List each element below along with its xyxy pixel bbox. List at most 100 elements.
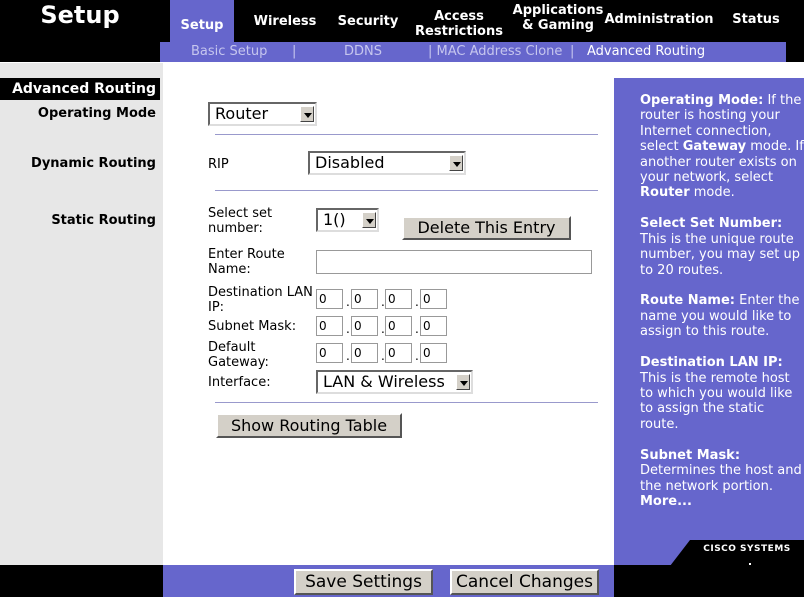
help-mask-title: Subnet Mask: (640, 447, 741, 463)
default-gateway-label: Default Gateway: (208, 340, 269, 370)
divider (215, 190, 598, 191)
help-op-router: Router (640, 185, 690, 201)
chevron-down-icon (362, 212, 376, 228)
ip-separator: . (346, 295, 350, 309)
help-dest-title: Destination LAN IP: (640, 355, 783, 371)
tab-setup-label: Setup (180, 17, 224, 33)
divider (215, 402, 598, 403)
route-name-label-line1: Enter Route (208, 247, 285, 262)
dest-lan-label-line1: Destination LAN (208, 285, 313, 300)
help-dest-text: This is the remote host to which you wou… (640, 370, 793, 432)
help-more-link[interactable]: More... (640, 494, 692, 509)
help-operating-mode: Operating Mode: If the router is hosting… (640, 93, 804, 201)
operating-mode-select[interactable]: Router (208, 102, 317, 126)
ip-separator: . (415, 322, 419, 336)
chevron-down-icon (300, 106, 314, 122)
subnav-basic-setup[interactable]: Basic Setup (191, 44, 267, 59)
tab-status-label: Status (732, 11, 780, 27)
subnav-separator: | (292, 44, 297, 59)
subnet-mask-octet-4[interactable]: 0 (420, 316, 447, 336)
ip-separator: . (346, 322, 350, 336)
help-set-title: Select Set Number: (640, 216, 783, 232)
dest-lan-ip-octet-2[interactable]: 0 (351, 289, 378, 309)
help-top-strip (614, 62, 804, 78)
sub-nav-bar: Basic Setup | DDNS | MAC Address Clone |… (160, 42, 804, 62)
tab-wireless[interactable]: Wireless (244, 0, 326, 42)
gateway-label-line1: Default (208, 340, 256, 355)
subnav-advanced-routing[interactable]: Advanced Routing (587, 44, 705, 59)
route-name-input[interactable] (316, 250, 592, 274)
rip-label: RIP (208, 157, 229, 172)
help-select-set: Select Set Number: This is the unique rou… (640, 216, 804, 278)
gateway-octet-1[interactable]: 0 (316, 343, 343, 363)
help-op-gateway: Gateway (682, 139, 747, 155)
rip-value: Disabled (315, 153, 385, 172)
gateway-label-line2: Gateway: (208, 355, 269, 370)
set-number-select[interactable]: 1() (316, 208, 379, 232)
subnet-mask-octet-1[interactable]: 0 (316, 316, 343, 336)
set-number-value: 1() (323, 210, 346, 229)
subnet-mask-octet-3[interactable]: 0 (385, 316, 412, 336)
tab-setup[interactable]: Setup (170, 0, 234, 42)
tab-wireless-label: Wireless (253, 13, 317, 29)
select-set-label-line2: number: (208, 221, 263, 236)
chevron-down-icon (456, 374, 470, 390)
footer-left (0, 565, 163, 597)
route-name-label: Enter Route Name: (208, 247, 285, 277)
select-set-label: Select set number: (208, 206, 272, 236)
save-settings-button[interactable]: Save Settings (294, 569, 433, 595)
logo-wedge (670, 540, 690, 566)
operating-mode-value: Router (215, 104, 269, 123)
cancel-changes-button[interactable]: Cancel Changes (450, 569, 599, 595)
subnav-ddns[interactable]: DDNS (344, 44, 382, 59)
help-mask-text: Determines the host and the network port… (640, 463, 802, 494)
help-route-name: Route Name: Enter the name you would lik… (640, 293, 804, 339)
tab-apps-label-2: & Gaming (522, 18, 594, 33)
rip-select[interactable]: Disabled (308, 151, 466, 175)
tab-security-label: Security (337, 13, 399, 29)
subnav-mac-address-clone[interactable]: | MAC Address Clone (428, 44, 562, 59)
ip-separator: . (415, 295, 419, 309)
gateway-octet-2[interactable]: 0 (351, 343, 378, 363)
tab-administration-label: Administration (604, 11, 714, 27)
main-tab-bar: Setup Wireless Security Access Restricti… (160, 0, 804, 42)
help-op-text-3: mode. (689, 185, 735, 201)
tab-administration[interactable]: Administration (604, 0, 714, 42)
interface-value: LAN & Wireless (323, 372, 445, 391)
chevron-down-icon (449, 155, 463, 171)
dest-lan-ip-label: Destination LAN IP: (208, 285, 313, 315)
subnet-mask-label: Subnet Mask: (208, 319, 297, 334)
cisco-logo-text: CISCO SYSTEMS (703, 544, 791, 554)
tab-access-label-1: Access (434, 9, 484, 24)
tab-status[interactable]: Status (724, 0, 788, 42)
subnet-mask-octet-2[interactable]: 0 (351, 316, 378, 336)
subnav-separator: | (570, 44, 575, 59)
interface-label: Interface: (208, 375, 271, 390)
gateway-octet-3[interactable]: 0 (385, 343, 412, 363)
router-setup-page: Setup Setup Wireless Security Access Res… (0, 0, 804, 597)
ip-separator: . (415, 349, 419, 363)
operating-mode-label: Operating Mode (37, 106, 156, 121)
header-corner (786, 42, 804, 62)
dest-lan-label-line2: IP: (208, 300, 225, 315)
interface-select[interactable]: LAN & Wireless (316, 370, 473, 394)
tab-applications-gaming[interactable]: Applications & Gaming (510, 0, 606, 42)
static-routing-label: Static Routing (51, 213, 156, 228)
dest-lan-ip-octet-4[interactable]: 0 (420, 289, 447, 309)
dest-lan-ip-octet-1[interactable]: 0 (316, 289, 343, 309)
select-set-label-line1: Select set (208, 206, 273, 221)
help-dest-lan: Destination LAN IP: This is the remote ho… (640, 355, 804, 432)
delete-entry-button[interactable]: Delete This Entry (402, 216, 571, 240)
footer-right (614, 565, 804, 597)
help-panel: Operating Mode: If the router is hosting… (614, 78, 804, 565)
show-routing-table-button[interactable]: Show Routing Table (216, 413, 402, 438)
tab-access-restrictions[interactable]: Access Restrictions (410, 0, 508, 42)
left-label-column (0, 62, 163, 565)
ip-separator: . (346, 349, 350, 363)
route-name-label-line2: Name: (208, 262, 251, 277)
tab-security[interactable]: Security (330, 0, 406, 42)
dest-lan-ip-octet-3[interactable]: 0 (385, 289, 412, 309)
tab-access-label-2: Restrictions (415, 24, 503, 39)
gateway-octet-4[interactable]: 0 (420, 343, 447, 363)
tab-apps-label-1: Applications (512, 3, 604, 18)
